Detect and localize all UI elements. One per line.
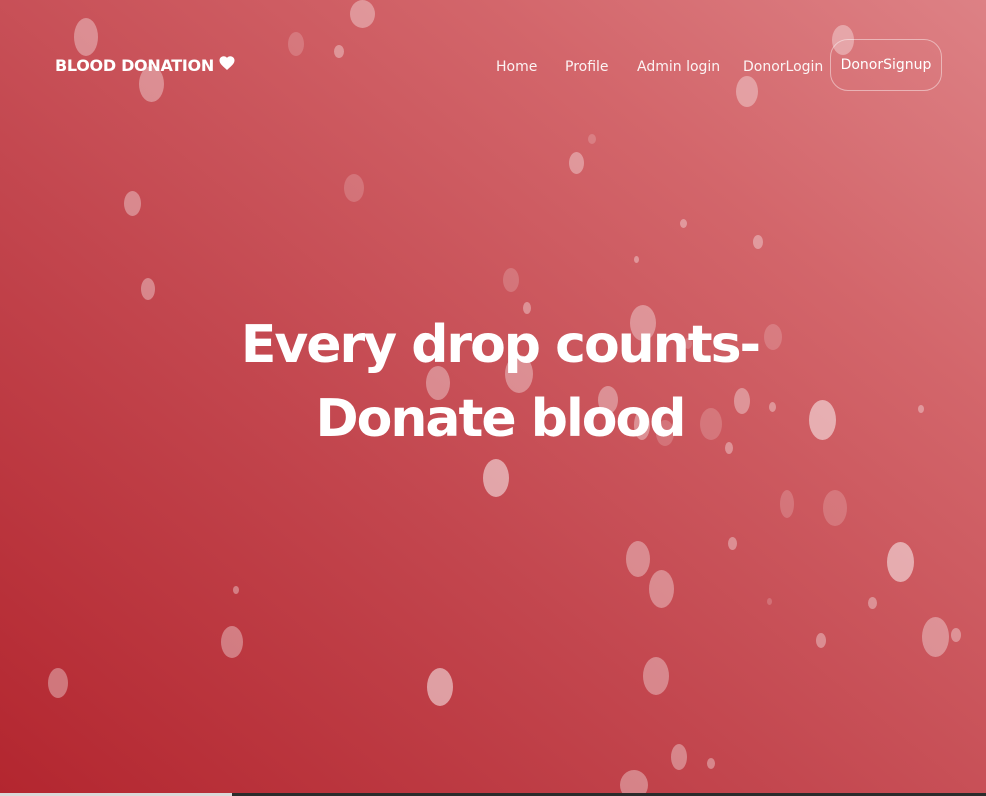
particle — [588, 134, 596, 144]
particle — [221, 626, 243, 658]
donor-signup-button[interactable]: DonorSignup — [830, 39, 942, 91]
nav-donor-login-link[interactable]: DonorLogin — [743, 59, 823, 75]
brand-title: BLOOD DONATION — [55, 56, 214, 75]
particle — [569, 152, 584, 174]
hero-section: BLOOD DONATION Home Profile Admin login … — [0, 0, 986, 796]
particle — [780, 490, 794, 518]
nav-profile-link[interactable]: Profile — [565, 59, 609, 75]
particle — [728, 537, 737, 550]
navbar: BLOOD DONATION Home Profile Admin login … — [0, 0, 986, 130]
particle — [233, 586, 239, 594]
particle — [951, 628, 961, 642]
particle — [643, 657, 669, 695]
brand-logo[interactable]: BLOOD DONATION — [55, 55, 236, 75]
particle — [918, 405, 924, 413]
particle — [124, 191, 141, 216]
heart-icon — [219, 55, 235, 70]
hero-headline-line-1: Every drop counts- — [240, 315, 761, 375]
particle — [753, 235, 763, 249]
particle — [816, 633, 826, 648]
particle — [868, 597, 877, 609]
particle — [922, 617, 949, 657]
hero-headline-line-2: Donate blood — [315, 389, 687, 449]
particle — [503, 268, 519, 292]
hero-headline: Every drop counts- Donate blood — [200, 308, 800, 456]
particle — [344, 174, 364, 202]
nav-admin-login-link[interactable]: Admin login — [637, 59, 720, 75]
particle — [427, 668, 453, 706]
particle — [707, 758, 715, 769]
particle — [626, 541, 650, 577]
particle — [483, 459, 509, 497]
particle — [680, 219, 687, 228]
particle — [141, 278, 155, 300]
particle — [671, 744, 687, 770]
particle — [649, 570, 674, 608]
particle — [887, 542, 914, 582]
particle — [809, 400, 836, 440]
particle — [48, 668, 68, 698]
nav-home-link[interactable]: Home — [496, 59, 537, 75]
particle — [634, 256, 639, 263]
particle — [767, 598, 772, 605]
particle — [823, 490, 847, 526]
